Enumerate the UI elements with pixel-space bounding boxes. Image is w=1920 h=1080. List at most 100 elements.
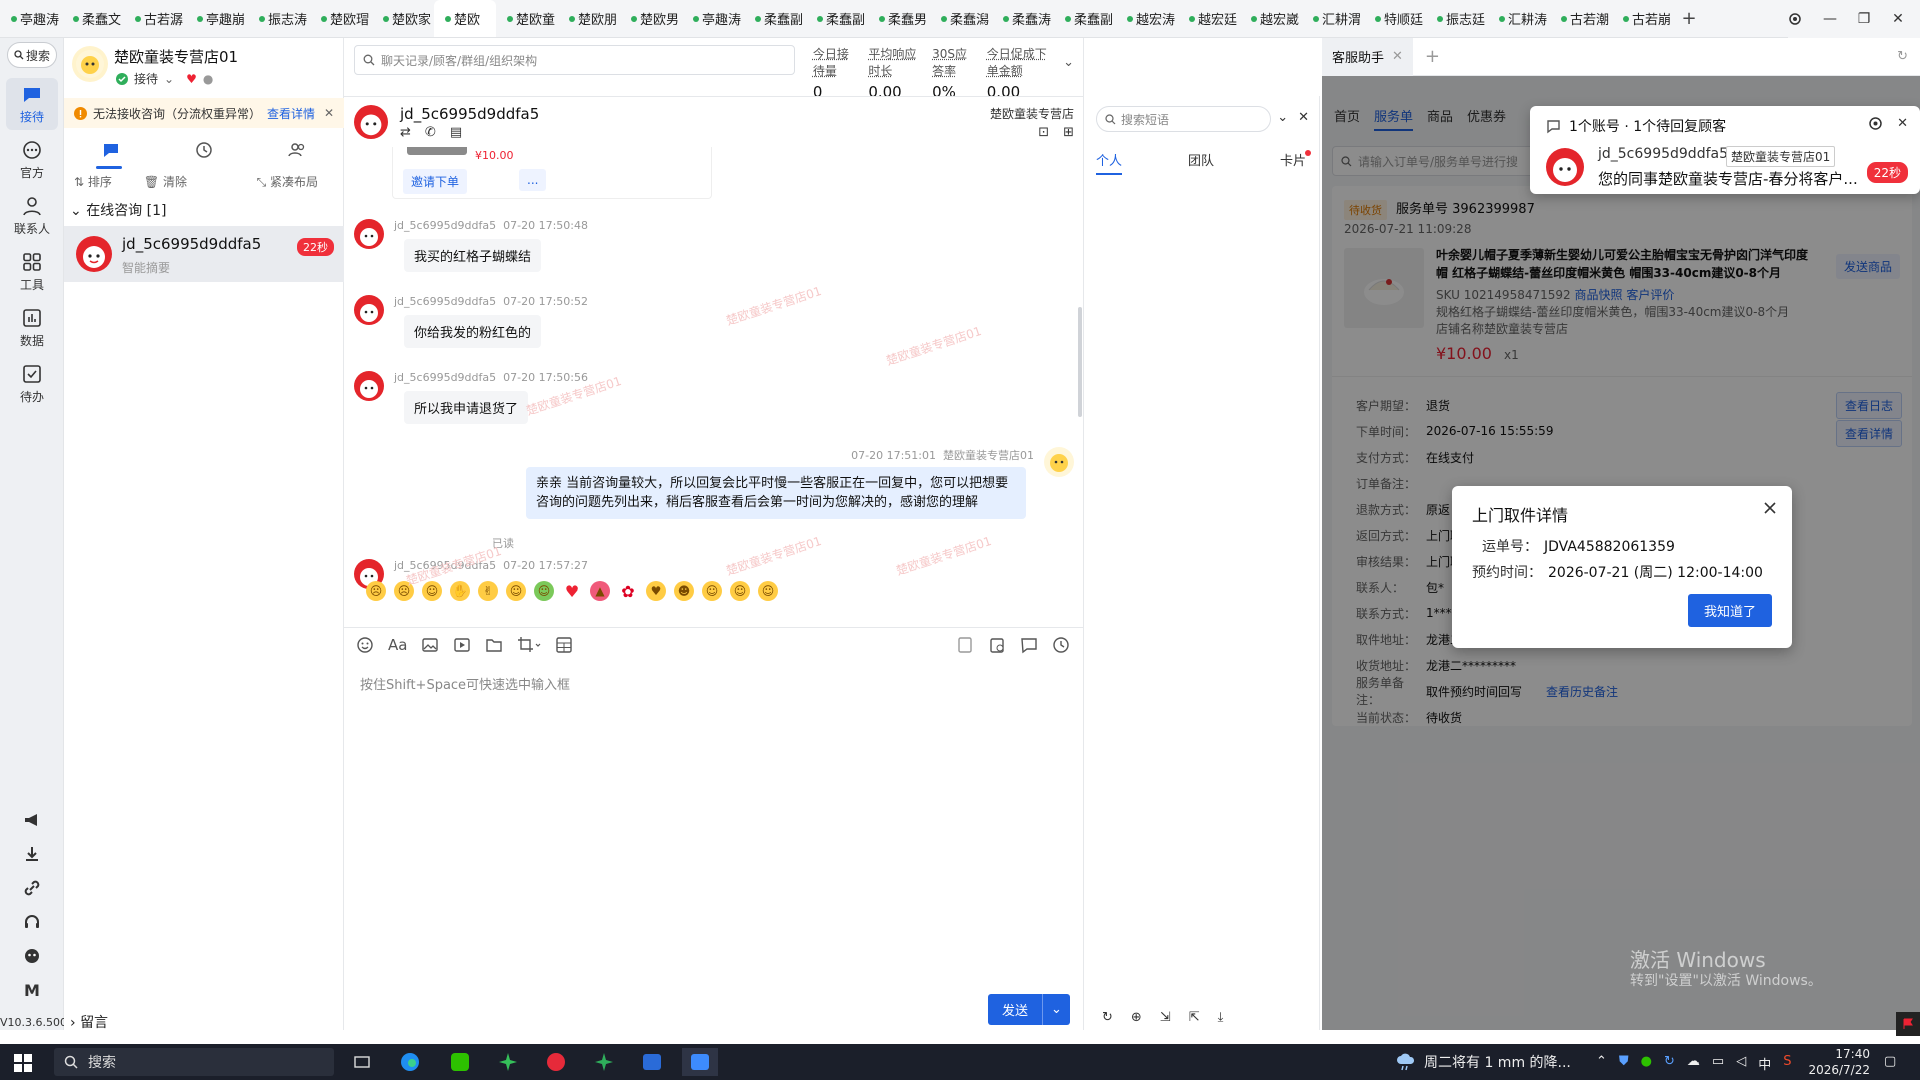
wechat-app-icon[interactable]: [442, 1048, 478, 1076]
volume-icon[interactable]: ◁: [1736, 1054, 1746, 1073]
compact-layout-button[interactable]: ⤡ 紧凑布局: [257, 173, 334, 190]
top-tab[interactable]: 楚欧瑁: [310, 0, 372, 37]
active-app-icon[interactable]: [682, 1048, 718, 1076]
export-icon[interactable]: ⇱: [1189, 1010, 1200, 1025]
megaphone-icon[interactable]: [20, 808, 44, 832]
close-icon[interactable]: ✕: [1392, 49, 1403, 64]
collapse-icon[interactable]: ⌄: [1277, 110, 1288, 125]
bot-icon[interactable]: [20, 944, 44, 968]
leave-message-group[interactable]: › 留言: [70, 1012, 108, 1032]
bookmark-icon[interactable]: ⊡: [1038, 125, 1049, 140]
composer-input[interactable]: 按住Shift+Space可快速选中输入框: [360, 674, 570, 693]
close-icon[interactable]: ✕: [1897, 116, 1908, 131]
refresh-icon[interactable]: ↻: [1102, 1010, 1113, 1025]
clear-button[interactable]: 🗑 清除: [144, 173, 203, 190]
wechat-tray-icon[interactable]: ●: [1641, 1054, 1652, 1073]
top-tab[interactable]: 特顺廷: [1364, 0, 1426, 37]
emoji-icon[interactable]: [356, 636, 374, 654]
note-icon[interactable]: ▤: [450, 125, 462, 140]
add-tab-icon[interactable]: +: [1425, 46, 1440, 67]
top-tab[interactable]: 柔蠢副: [744, 0, 806, 37]
restore-icon[interactable]: ❐: [1856, 11, 1872, 27]
customer-avatar[interactable]: [354, 105, 388, 139]
image-icon[interactable]: [421, 636, 439, 654]
add-tab-icon[interactable]: +: [1674, 8, 1704, 29]
windows-start-icon[interactable]: [14, 1054, 32, 1072]
bell-icon[interactable]: ●: [203, 72, 213, 86]
top-tab[interactable]: 亭趣涛: [682, 0, 744, 37]
top-tab[interactable]: 越宏廷: [1178, 0, 1240, 37]
red-app-icon[interactable]: [538, 1048, 574, 1076]
top-tab[interactable]: 柔蠢文: [62, 0, 124, 37]
more-button[interactable]: ...: [519, 169, 547, 191]
top-tab[interactable]: 楚欧: [434, 0, 496, 37]
reception-status[interactable]: 接待 ⌄ ♥ ●: [116, 70, 213, 87]
weather-widget[interactable]: 周二将有 1 mm 的降...: [1396, 1052, 1571, 1072]
nav-data[interactable]: 数据: [6, 302, 58, 354]
top-tab[interactable]: 柔蠢潟: [930, 0, 992, 37]
taskbar-search[interactable]: 搜索: [54, 1048, 334, 1076]
screenshot-icon[interactable]: [517, 636, 541, 654]
group-online-consult[interactable]: ⌄ 在线咨询 [1]: [70, 200, 166, 220]
network-icon[interactable]: ▭: [1712, 1054, 1724, 1073]
top-tab[interactable]: 楚欧朋: [558, 0, 620, 37]
top-tab[interactable]: 古若潺: [124, 0, 186, 37]
top-tab[interactable]: 汇耕涛: [1488, 0, 1550, 37]
chat-scrollbar[interactable]: [1078, 307, 1082, 417]
cloud-icon[interactable]: ☁: [1687, 1054, 1700, 1073]
settings-icon[interactable]: [1788, 12, 1804, 26]
pending-reply-notification[interactable]: 1个账号 · 1个待回复顾客 ✕ jd_5c6995d9ddfa5 楚欧童装专营…: [1530, 106, 1920, 194]
edge-app-icon[interactable]: [392, 1048, 428, 1076]
tab-team[interactable]: 团队: [1188, 150, 1214, 175]
acknowledge-button[interactable]: 我知道了: [1687, 594, 1772, 627]
top-tab[interactable]: 汇耕渭: [1302, 0, 1364, 37]
download-icon[interactable]: [20, 842, 44, 866]
task-view-icon[interactable]: [344, 1048, 380, 1076]
top-tab[interactable]: 振志涛: [248, 0, 310, 37]
transfer-icon[interactable]: ⇄: [400, 125, 411, 140]
conversation-item[interactable]: jd_5c6995d9ddfa5 智能摘要 22秒: [64, 226, 344, 282]
top-tab[interactable]: 柔蠢男: [868, 0, 930, 37]
refresh-icon[interactable]: ↻: [1897, 49, 1908, 64]
gift-icon[interactable]: ⊞: [1063, 125, 1074, 140]
calculator-icon[interactable]: [555, 636, 573, 654]
sort-button[interactable]: ⇅ 排序: [74, 173, 128, 190]
green-spark-app-icon[interactable]: [586, 1048, 622, 1076]
shop-avatar[interactable]: [72, 46, 108, 82]
blue-app-icon[interactable]: [634, 1048, 670, 1076]
nav-official[interactable]: 官方: [6, 134, 58, 186]
tab-history[interactable]: [195, 141, 213, 159]
phone-icon[interactable]: ✆: [425, 125, 436, 140]
top-tab[interactable]: 古若崩: [1612, 0, 1674, 37]
m-logo-icon[interactable]: M: [20, 978, 44, 1002]
spark-app-icon[interactable]: [490, 1048, 526, 1076]
top-tab[interactable]: 柔蠢副: [806, 0, 868, 37]
heart-icon[interactable]: ♥: [186, 72, 197, 86]
top-tab[interactable]: 古若潮: [1550, 0, 1612, 37]
import-icon[interactable]: ⇲: [1160, 1010, 1171, 1025]
settings-icon[interactable]: [1868, 116, 1883, 131]
phrase-search-input[interactable]: 搜索短语: [1096, 106, 1271, 132]
history-icon[interactable]: [1052, 636, 1070, 654]
close-icon[interactable]: [1764, 502, 1776, 514]
tab-assistant[interactable]: 客服助手 ✕: [1322, 37, 1413, 76]
top-tab[interactable]: 越宏涛: [1116, 0, 1178, 37]
ime-indicator[interactable]: 中: [1758, 1054, 1771, 1073]
top-tab[interactable]: 楚欧童: [496, 0, 558, 37]
tab-personal[interactable]: 个人: [1096, 150, 1123, 175]
invite-order-button[interactable]: 邀请下单: [403, 169, 468, 194]
link-icon[interactable]: [20, 876, 44, 900]
shield-icon[interactable]: ⛊: [1619, 1054, 1629, 1073]
close-icon[interactable]: ✕: [1298, 110, 1309, 125]
send-button[interactable]: 发送: [987, 994, 1042, 1025]
top-tab[interactable]: 越宏崴: [1240, 0, 1302, 37]
nav-contacts[interactable]: 联系人: [6, 190, 58, 242]
top-tab[interactable]: 楚欧家: [372, 0, 434, 37]
top-tab[interactable]: 楚欧男: [620, 0, 682, 37]
notification-center-icon[interactable]: ▢: [1884, 1054, 1896, 1069]
order-icon[interactable]: [988, 636, 1006, 654]
top-tab[interactable]: 亭趣涛: [0, 0, 62, 37]
nav-reception[interactable]: 接待: [6, 78, 58, 130]
message-search-input[interactable]: 聊天记录/顾客/群组/组织架构: [354, 45, 795, 75]
tab-card[interactable]: 卡片: [1280, 150, 1306, 175]
